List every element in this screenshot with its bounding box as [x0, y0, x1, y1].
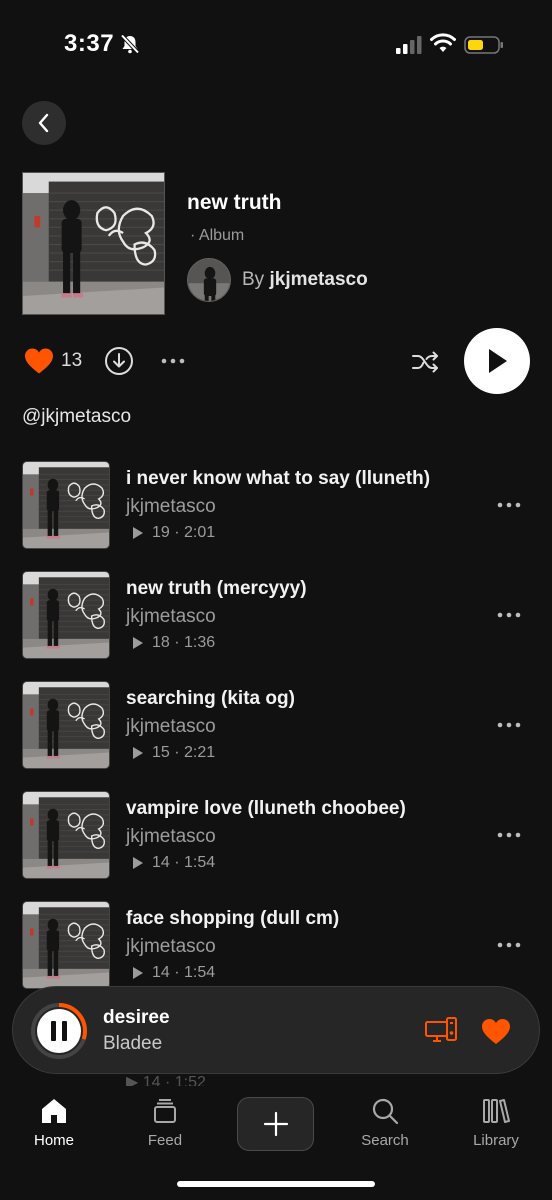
nav-search[interactable]: Search — [340, 1096, 430, 1149]
album-type: · Album — [190, 227, 245, 244]
track-duration: 2:21 — [184, 744, 216, 761]
track-artist: jkjmetasco — [126, 496, 216, 517]
nav-library-label: Library — [473, 1132, 519, 1149]
track-artist: jkjmetasco — [126, 716, 216, 737]
more-options-button[interactable] — [160, 350, 186, 372]
track-artist: jkjmetasco — [126, 936, 216, 957]
nav-home-label: Home — [33, 1132, 74, 1149]
track-row[interactable]: i never know what to say (lluneth) jkjme… — [0, 461, 552, 557]
wifi-icon — [430, 33, 456, 52]
feed-icon — [154, 1099, 176, 1123]
track-meta: 19 · 2:01 — [132, 524, 215, 542]
battery-icon — [464, 36, 503, 54]
artist-link[interactable]: By jkjmetasco — [242, 269, 368, 291]
bell-slash-icon — [120, 34, 140, 54]
album-description: @jkjmetasco — [22, 406, 132, 427]
track-more-button[interactable] — [496, 497, 522, 513]
play-count: 19 — [152, 524, 170, 541]
device-icon[interactable] — [425, 1017, 457, 1045]
artist-name: jkjmetasco — [269, 269, 368, 290]
library-icon — [483, 1099, 510, 1123]
nav-search-label: Search — [361, 1132, 409, 1149]
track-duration: 1:36 — [184, 634, 216, 651]
plus-icon — [263, 1111, 288, 1137]
track-title: i never know what to say (lluneth) — [126, 468, 431, 489]
album-cover — [22, 172, 165, 315]
nav-feed[interactable]: Feed — [120, 1096, 210, 1149]
mini-player[interactable]: desiree Bladee — [12, 986, 540, 1074]
pause-button[interactable] — [31, 1003, 87, 1059]
upload-button[interactable] — [237, 1097, 314, 1151]
back-icon — [38, 113, 49, 133]
track-meta: 15 · 2:21 — [132, 744, 215, 762]
track-title: face shopping (dull cm) — [126, 908, 340, 929]
like-count: 13 — [61, 350, 83, 371]
track-more-button[interactable] — [496, 937, 522, 953]
track-row[interactable]: new truth (mercyyy) jkjmetasco 18 · 1:36 — [0, 571, 552, 667]
play-count: 18 — [152, 634, 170, 651]
signal-icon — [396, 36, 422, 54]
track-artwork — [22, 901, 110, 989]
track-artwork — [22, 571, 110, 659]
artist-avatar[interactable] — [187, 258, 231, 302]
play-count-icon — [133, 747, 143, 759]
track-artwork — [22, 681, 110, 769]
track-meta: 14 · 1:54 — [132, 854, 215, 872]
search-icon — [372, 1098, 399, 1125]
album-title: new truth — [187, 191, 282, 214]
status-bar: 3:37 — [0, 0, 552, 90]
play-count-icon — [133, 637, 143, 649]
by-label: By — [242, 269, 265, 290]
nav-home[interactable]: Home — [9, 1096, 99, 1149]
track-duration: 1:54 — [184, 854, 216, 871]
now-playing-artist: Bladee — [103, 1033, 163, 1054]
track-duration: 2:01 — [184, 524, 216, 541]
play-count-icon — [133, 527, 143, 539]
download-button[interactable] — [104, 346, 134, 376]
track-title: new truth (mercyyy) — [126, 578, 307, 599]
play-count-icon — [133, 857, 143, 869]
nav-library[interactable]: Library — [451, 1096, 541, 1149]
track-artist: jkjmetasco — [126, 826, 216, 847]
status-time: 3:37 — [64, 30, 115, 57]
play-count: 15 — [152, 744, 170, 761]
play-count: 14 — [152, 964, 170, 981]
nav-feed-label: Feed — [147, 1132, 183, 1149]
home-icon — [42, 1099, 66, 1123]
track-row[interactable]: face shopping (dull cm) jkjmetasco 14 · … — [0, 901, 552, 997]
play-icon — [489, 349, 507, 373]
track-more-button[interactable] — [496, 607, 522, 623]
track-meta: 14 · 1:54 — [132, 964, 215, 982]
track-more-button[interactable] — [496, 827, 522, 843]
track-duration: 1:54 — [184, 964, 216, 981]
like-button[interactable] — [24, 347, 54, 375]
shuffle-button[interactable] — [410, 347, 440, 377]
track-more-button[interactable] — [496, 717, 522, 733]
track-row[interactable]: searching (kita og) jkjmetasco 15 · 2:21 — [0, 681, 552, 777]
home-indicator — [177, 1181, 375, 1187]
track-title: vampire love (lluneth choobee) — [126, 798, 406, 819]
back-button[interactable] — [22, 101, 66, 145]
play-button[interactable] — [464, 328, 530, 394]
track-meta: 18 · 1:36 — [132, 634, 215, 652]
track-artwork — [22, 791, 110, 879]
track-row[interactable]: vampire love (lluneth choobee) jkjmetasc… — [0, 791, 552, 887]
track-artist: jkjmetasco — [126, 606, 216, 627]
track-artwork — [22, 461, 110, 549]
play-count: 14 — [152, 854, 170, 871]
track-title: searching (kita og) — [126, 688, 295, 709]
now-playing-title: desiree — [103, 1007, 170, 1028]
like-now-playing-button[interactable] — [481, 1018, 511, 1045]
play-count-icon — [133, 967, 143, 979]
